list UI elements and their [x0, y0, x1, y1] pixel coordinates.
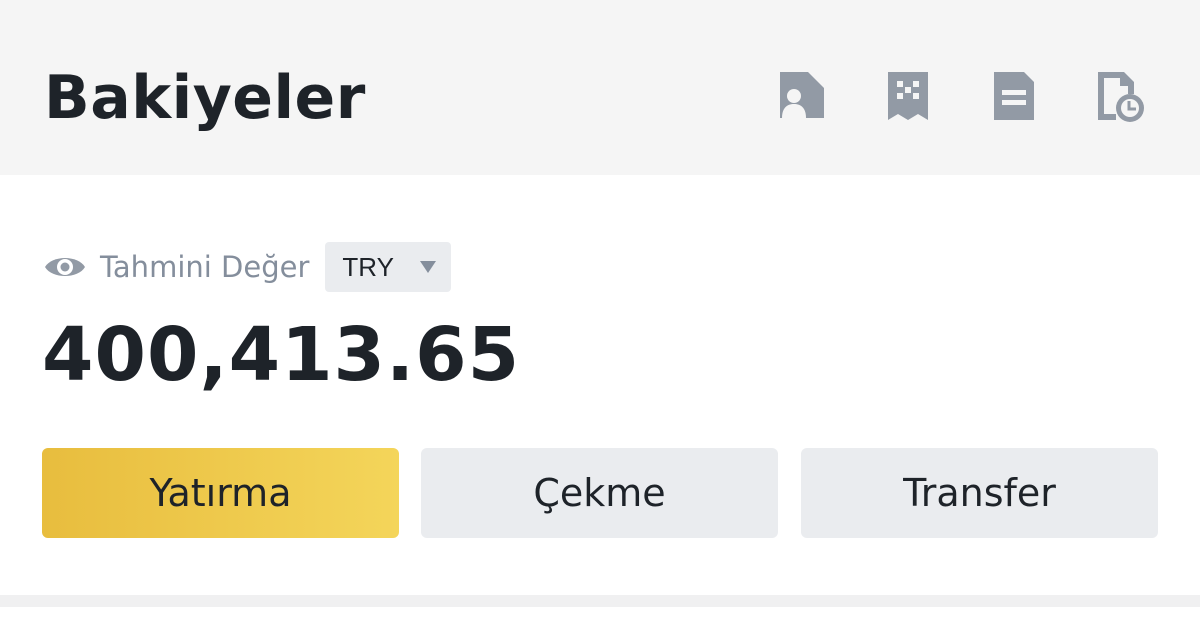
eye-icon[interactable] — [44, 252, 86, 282]
page-header: Bakiyeler — [0, 0, 1200, 175]
document-icon[interactable] — [984, 66, 1044, 126]
building-icon[interactable] — [878, 66, 938, 126]
currency-value: TRY — [342, 251, 394, 282]
history-icon[interactable] — [1090, 66, 1150, 126]
estimated-value-label: Tahmini Değer — [100, 250, 310, 284]
user-card-icon[interactable] — [772, 66, 832, 126]
deposit-button[interactable]: Yatırma — [42, 448, 399, 538]
section-divider — [0, 595, 1200, 607]
withdraw-button[interactable]: Çekme — [421, 448, 778, 538]
balance-amount: 400,413.65 — [42, 312, 521, 398]
transfer-button[interactable]: Transfer — [801, 448, 1158, 538]
caret-down-icon — [420, 261, 437, 273]
next-section — [0, 607, 1200, 629]
estimated-value-row: Tahmini Değer TRY — [44, 242, 452, 292]
page-title: Bakiyeler — [44, 63, 366, 133]
currency-select[interactable]: TRY — [325, 242, 452, 292]
